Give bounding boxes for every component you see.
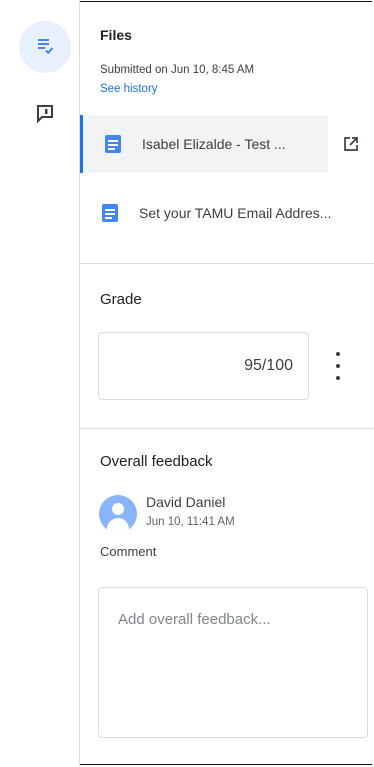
files-title: Files xyxy=(100,27,132,43)
assignment-list-icon xyxy=(36,36,54,59)
document-icon xyxy=(102,204,118,222)
more-vert-icon[interactable] xyxy=(328,352,348,380)
submission-timestamp: Submitted on Jun 10, 8:45 AM xyxy=(100,64,255,76)
file-item-test[interactable]: Isabel Elizalde - Test ... xyxy=(80,115,374,173)
grade-title: Grade xyxy=(100,291,142,308)
file-name: Isabel Elizalde - Test ... xyxy=(142,136,286,152)
rail-comments-button[interactable] xyxy=(19,89,71,141)
left-rail xyxy=(1,1,80,766)
file-item-email[interactable]: Set your TAMU Email Addres... xyxy=(80,184,374,242)
grade-input[interactable]: 95/100 xyxy=(98,332,309,400)
file-name: Set your TAMU Email Addres... xyxy=(139,205,332,221)
avatar xyxy=(99,495,137,533)
feedback-placeholder: Add overall feedback... xyxy=(118,611,271,628)
section-divider xyxy=(80,263,374,264)
feedback-textarea[interactable]: Add overall feedback... xyxy=(98,587,368,738)
overall-feedback-title: Overall feedback xyxy=(100,453,213,470)
comment-label: Comment xyxy=(100,544,157,559)
comment-time: Jun 10, 11:41 AM xyxy=(146,516,235,528)
comment-author: David Daniel xyxy=(146,494,226,510)
open-in-new-icon[interactable] xyxy=(328,115,374,173)
grading-sidebar: Files Submitted on Jun 10, 8:45 AM See h… xyxy=(80,1,374,766)
comment-icon xyxy=(35,103,55,128)
grade-value: 95/100 xyxy=(244,357,293,374)
document-icon xyxy=(105,135,121,153)
section-divider xyxy=(80,428,374,429)
rail-files-button[interactable] xyxy=(19,21,71,73)
see-history-link[interactable]: See history xyxy=(100,83,158,95)
